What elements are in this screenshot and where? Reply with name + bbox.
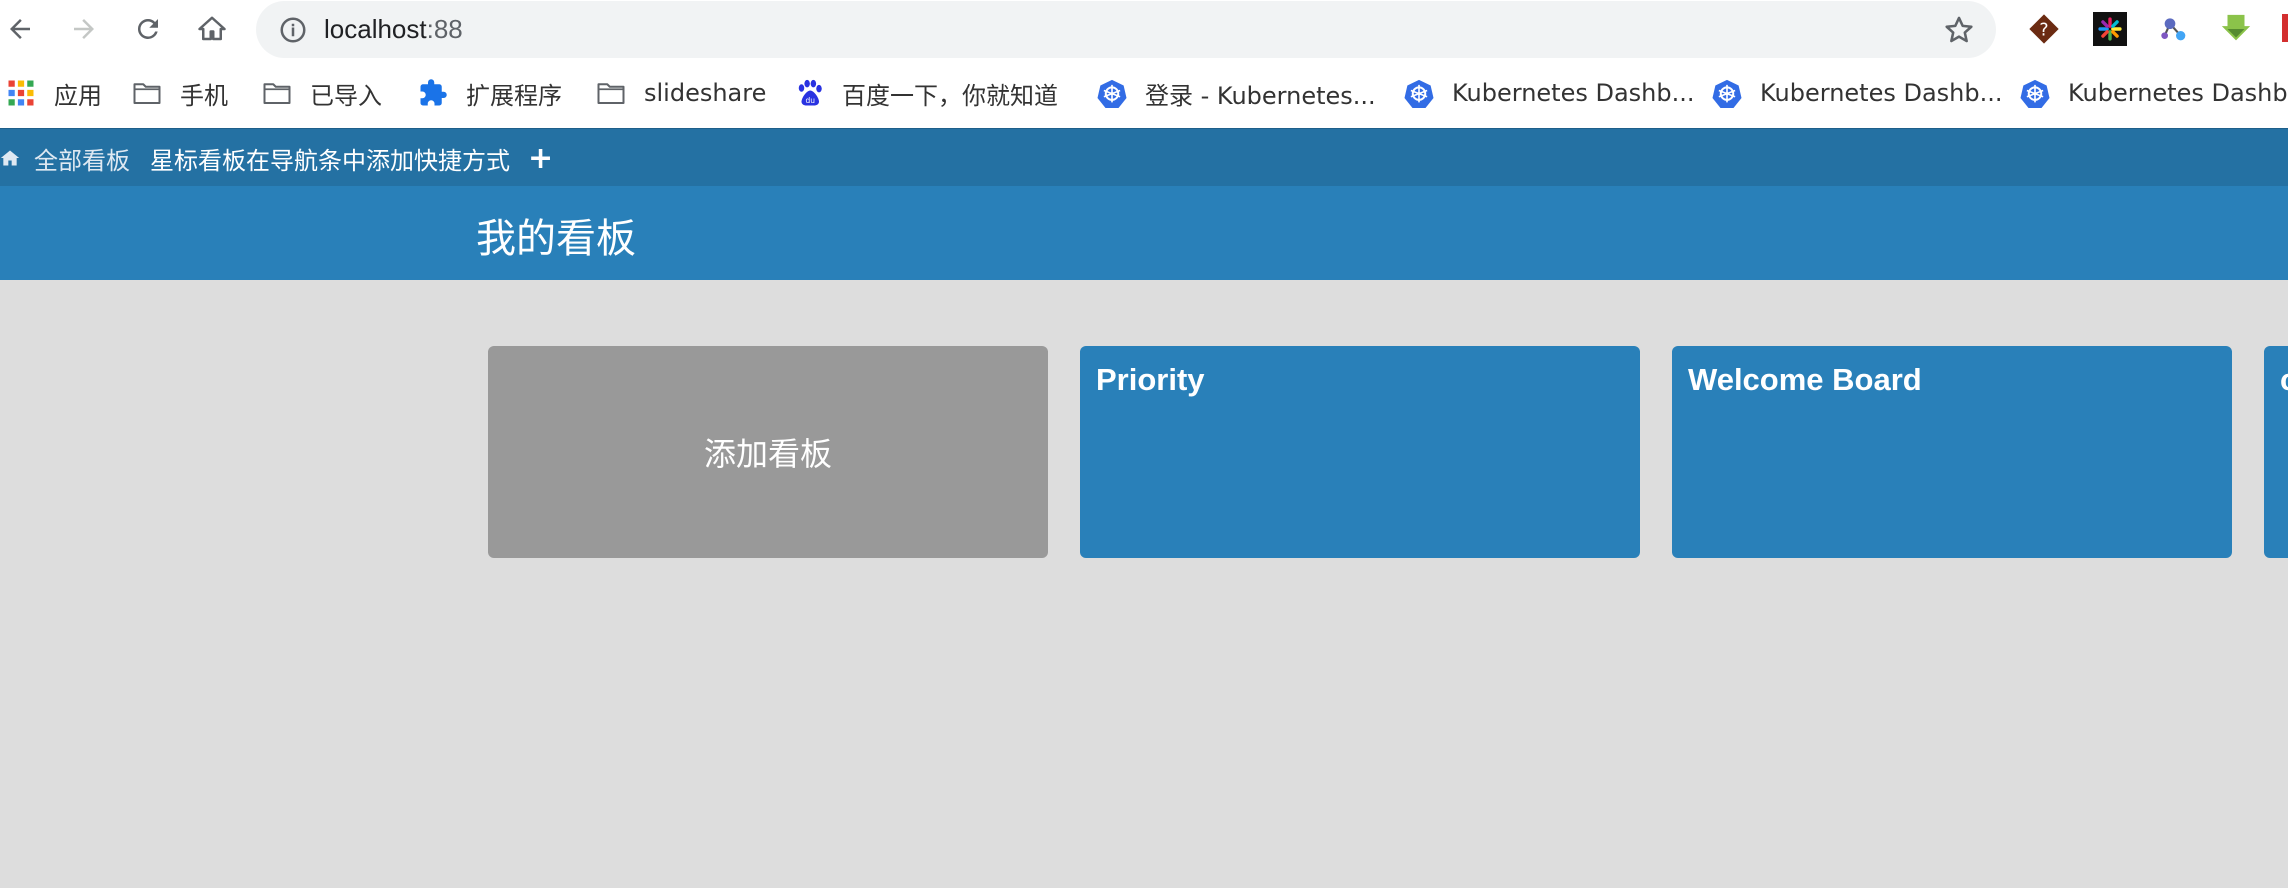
baidu-paw-icon: du [798, 79, 822, 106]
kubernetes-icon [1404, 79, 1434, 108]
board-title: c [2280, 362, 2288, 398]
bookmark-label: Kubernetes Dashb... [1452, 79, 1695, 107]
bookmark-star-icon[interactable] [1942, 13, 1976, 47]
kubernetes-icon [1712, 79, 1742, 108]
address-bar[interactable]: localhost:88 [256, 1, 1996, 58]
reload-button[interactable] [128, 9, 168, 49]
bookmark-label: 扩展程序 [466, 81, 562, 110]
bookmark-label: 手机 [180, 81, 228, 110]
home-button[interactable] [192, 9, 232, 49]
molecule-extension-icon[interactable] [2156, 11, 2192, 47]
add-shortcut-button[interactable]: + [528, 129, 553, 187]
back-arrow-icon [10, 19, 30, 39]
download-arrow-extension-icon[interactable] [2218, 11, 2254, 47]
bookmark-label: slideshare [644, 79, 767, 107]
folder-icon [133, 83, 161, 104]
board-title: Priority [1096, 362, 1205, 397]
site-info-icon[interactable] [278, 15, 308, 45]
bookmark-folder-imported[interactable]: 已导入 [262, 58, 382, 128]
url-text: localhost:88 [324, 14, 463, 45]
apps-grid-icon [8, 80, 34, 106]
colorwheel-extension-icon[interactable] [2092, 11, 2128, 47]
folder-icon [263, 83, 291, 104]
diamond-extension-icon[interactable]: ? [2026, 11, 2062, 47]
starred-boards-hint: 星标看板在导航条中添加快捷方式 [150, 129, 510, 187]
kubernetes-icon [2020, 79, 2050, 108]
board-tile-welcome[interactable]: Welcome Board [1672, 346, 2232, 558]
add-board-button[interactable]: 添加看板 [488, 346, 1048, 558]
folder-icon [597, 83, 625, 104]
home-icon [198, 16, 226, 41]
browser-toolbar: localhost:88 ? [0, 0, 2288, 58]
add-board-label: 添加看板 [703, 435, 832, 473]
bookmark-folder-slideshare[interactable]: slideshare [596, 58, 766, 128]
board-title: Welcome Board [1688, 362, 1922, 397]
bookmark-kubernetes-dashboard-3[interactable]: Kubernetes Dashb... [2020, 58, 2288, 128]
bookmark-label: Kubernetes Dashb... [1760, 79, 2003, 107]
page-header: 我的看板 [0, 186, 2288, 280]
bookmark-label: 应用 [54, 81, 102, 110]
starred-hint-text: 星标看板在导航条中添加快捷方式 [150, 146, 510, 175]
bookmark-apps[interactable]: 应用 [6, 58, 102, 128]
bookmark-label: Kubernetes Dashb... [2068, 79, 2288, 107]
puzzle-icon [420, 79, 447, 106]
page-title: 我的看板 [476, 216, 636, 262]
forward-arrow-icon [74, 19, 94, 39]
bookmarks-bar: 应用 手机 已导入 扩展程序 slideshare du 百度一下，你就知道 登… [0, 58, 2288, 128]
bookmark-kubernetes-dashboard-2[interactable]: Kubernetes Dashb... [1712, 58, 2003, 128]
all-boards-link[interactable]: 全部看板 [0, 129, 130, 187]
bookmark-label: 已导入 [310, 81, 382, 110]
overflow-extension-edge [2282, 14, 2288, 42]
url-port: :88 [426, 14, 463, 44]
bookmark-label: 登录 - Kubernetes... [1145, 81, 1376, 110]
app-nav-bar: 全部看板 星标看板在导航条中添加快捷方式 + [0, 128, 2288, 186]
bookmark-folder-phone[interactable]: 手机 [132, 58, 228, 128]
svg-text:?: ? [2039, 21, 2048, 41]
home-icon [0, 150, 20, 166]
bookmark-kubernetes-dashboard-1[interactable]: Kubernetes Dashb... [1404, 58, 1695, 128]
board-tile-partial[interactable]: c [2264, 346, 2288, 558]
forward-button[interactable] [64, 9, 104, 49]
url-host: localhost [324, 14, 427, 44]
all-boards-label: 全部看板 [34, 146, 130, 175]
plus-icon: + [528, 140, 554, 176]
bookmark-label: 百度一下，你就知道 [842, 81, 1058, 110]
svg-text:du: du [805, 96, 815, 105]
reload-icon [137, 18, 158, 39]
back-button[interactable] [0, 9, 40, 49]
bookmark-baidu[interactable]: du 百度一下，你就知道 [794, 58, 1058, 128]
bookmark-kubernetes-login[interactable]: 登录 - Kubernetes... [1097, 58, 1376, 128]
board-tile-priority[interactable]: Priority [1080, 346, 1640, 558]
bookmark-extensions[interactable]: 扩展程序 [418, 58, 562, 128]
kubernetes-icon [1097, 79, 1127, 108]
